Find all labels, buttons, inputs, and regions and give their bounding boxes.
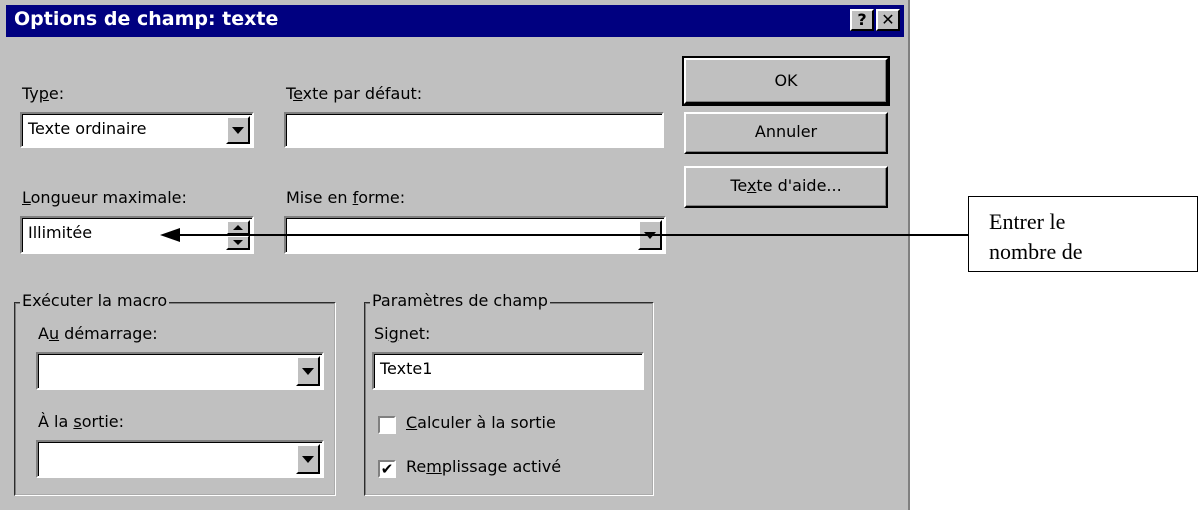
bookmark-value: Texte1	[380, 359, 433, 378]
type-select[interactable]: Texte ordinaire	[20, 112, 254, 148]
spin-down-icon[interactable]	[226, 235, 250, 250]
default-text-label: Texte par défaut:	[286, 84, 423, 103]
callout-leader-line	[176, 234, 968, 236]
type-label: Type:	[22, 84, 65, 103]
ok-button[interactable]: OK	[682, 56, 890, 106]
cancel-button[interactable]: Annuler	[684, 112, 888, 154]
fill-enabled-label[interactable]: Remplissage activé	[406, 457, 561, 476]
callout-line-1: Entrer le	[989, 209, 1066, 234]
bookmark-label: Signet:	[374, 324, 431, 343]
macro-group-title: Exécuter la macro	[20, 291, 170, 310]
type-select-value: Texte ordinaire	[28, 119, 147, 138]
dialog-title: Options de champ: texte	[14, 8, 279, 30]
format-label: Mise en forme:	[286, 188, 406, 207]
on-exit-select[interactable]	[36, 440, 324, 478]
check-mark-icon: ✔	[380, 460, 394, 478]
chevron-down-icon[interactable]	[226, 116, 250, 144]
default-text-input[interactable]	[284, 112, 664, 148]
help-button[interactable]: ?	[850, 9, 874, 31]
arrow-head-icon	[160, 228, 180, 242]
callout-box: Entrer le nombre de	[968, 196, 1198, 272]
calculate-on-exit-checkbox[interactable]	[378, 416, 396, 434]
on-entry-label: Au démarrage:	[38, 324, 158, 343]
max-length-label: Longueur maximale:	[22, 188, 187, 207]
close-button[interactable]: ✕	[876, 9, 900, 31]
callout-line-2: nombre de	[989, 239, 1083, 264]
on-exit-label: À la sortie:	[38, 412, 125, 431]
bookmark-input[interactable]: Texte1	[372, 352, 644, 390]
max-length-value: Illimitée	[28, 223, 93, 242]
field-settings-title: Paramètres de champ	[370, 291, 550, 310]
chevron-down-icon[interactable]	[296, 444, 320, 474]
help-text-button[interactable]: Texte d'aide...	[684, 166, 888, 208]
field-options-dialog: Options de champ: texte ? ✕ Type: Texte …	[0, 0, 910, 510]
calculate-on-exit-label[interactable]: Calculer à la sortie	[406, 413, 556, 432]
title-bar[interactable]: Options de champ: texte ? ✕	[6, 5, 904, 37]
chevron-down-icon[interactable]	[296, 356, 320, 386]
fill-enabled-checkbox[interactable]: ✔	[378, 460, 396, 478]
spin-up-icon[interactable]	[226, 220, 250, 235]
on-entry-select[interactable]	[36, 352, 324, 390]
